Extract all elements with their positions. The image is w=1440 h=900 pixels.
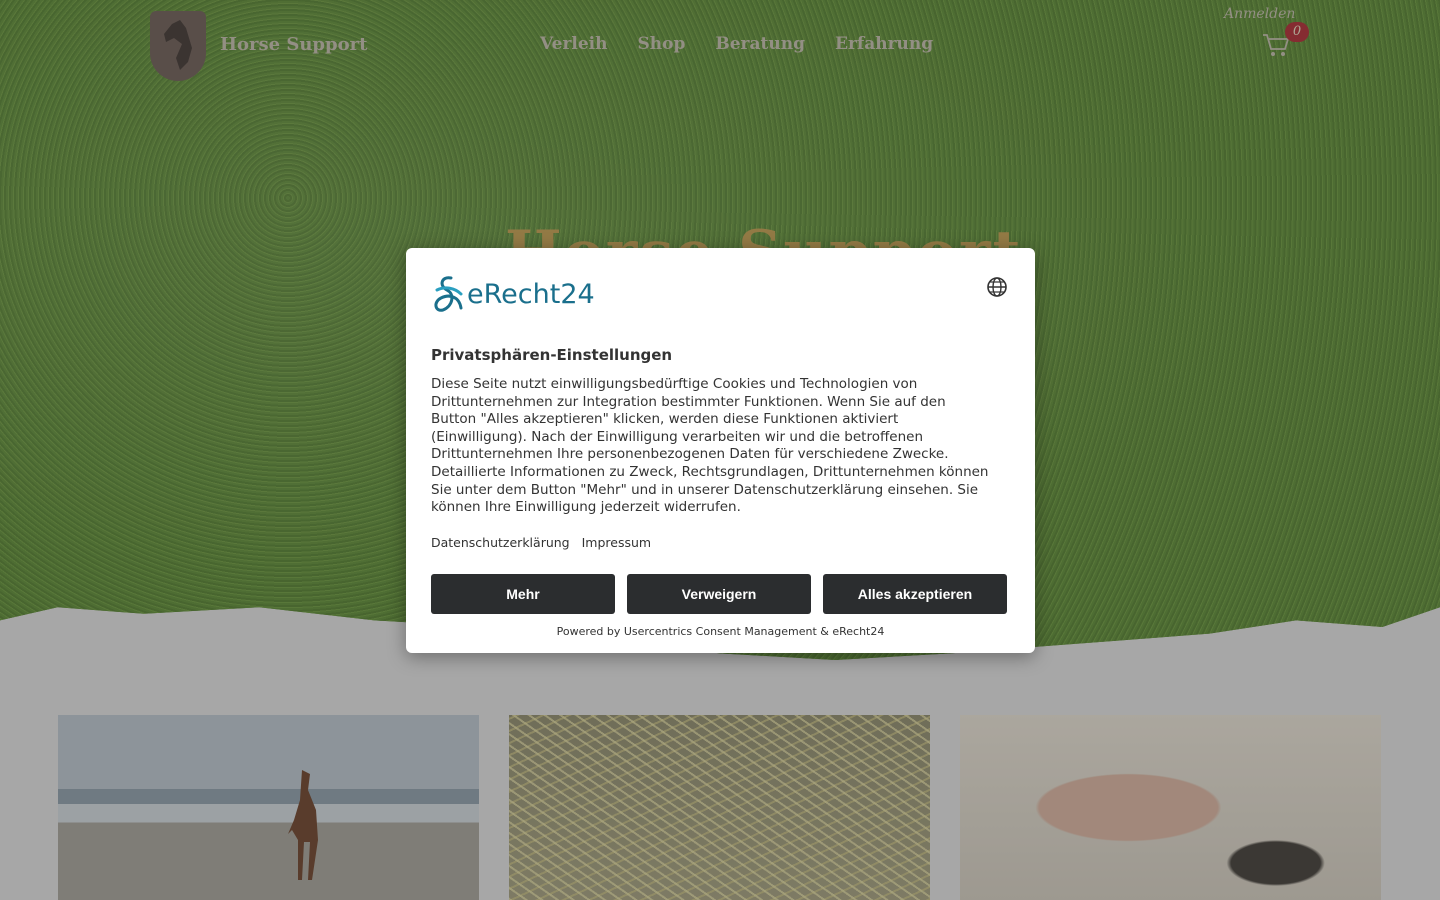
language-globe-icon[interactable] [986,276,1008,298]
powered-by-text: Powered by Usercentrics Consent Manageme… [556,625,885,638]
erecht24-logo: eRecht24 [431,274,595,314]
accept-all-button[interactable]: Alles akzeptieren [823,574,1007,614]
consent-title: Privatsphären-Einstellungen [431,346,673,364]
consent-links: Datenschutzerklärung Impressum [431,535,651,550]
more-button[interactable]: Mehr [431,574,615,614]
erecht24-logo-text: eRecht24 [467,278,595,310]
consent-buttons: Mehr Verweigern Alles akzeptieren [431,574,1007,614]
privacy-policy-link[interactable]: Datenschutzerklärung [431,535,570,550]
imprint-link[interactable]: Impressum [582,535,651,550]
consent-dialog: eRecht24 Privatsphären-Einstellungen Die… [406,248,1035,653]
erecht24-logo-icon [434,276,463,312]
deny-button[interactable]: Verweigern [627,574,811,614]
consent-text: Diese Seite nutzt einwilligungsbedürftig… [431,376,989,516]
